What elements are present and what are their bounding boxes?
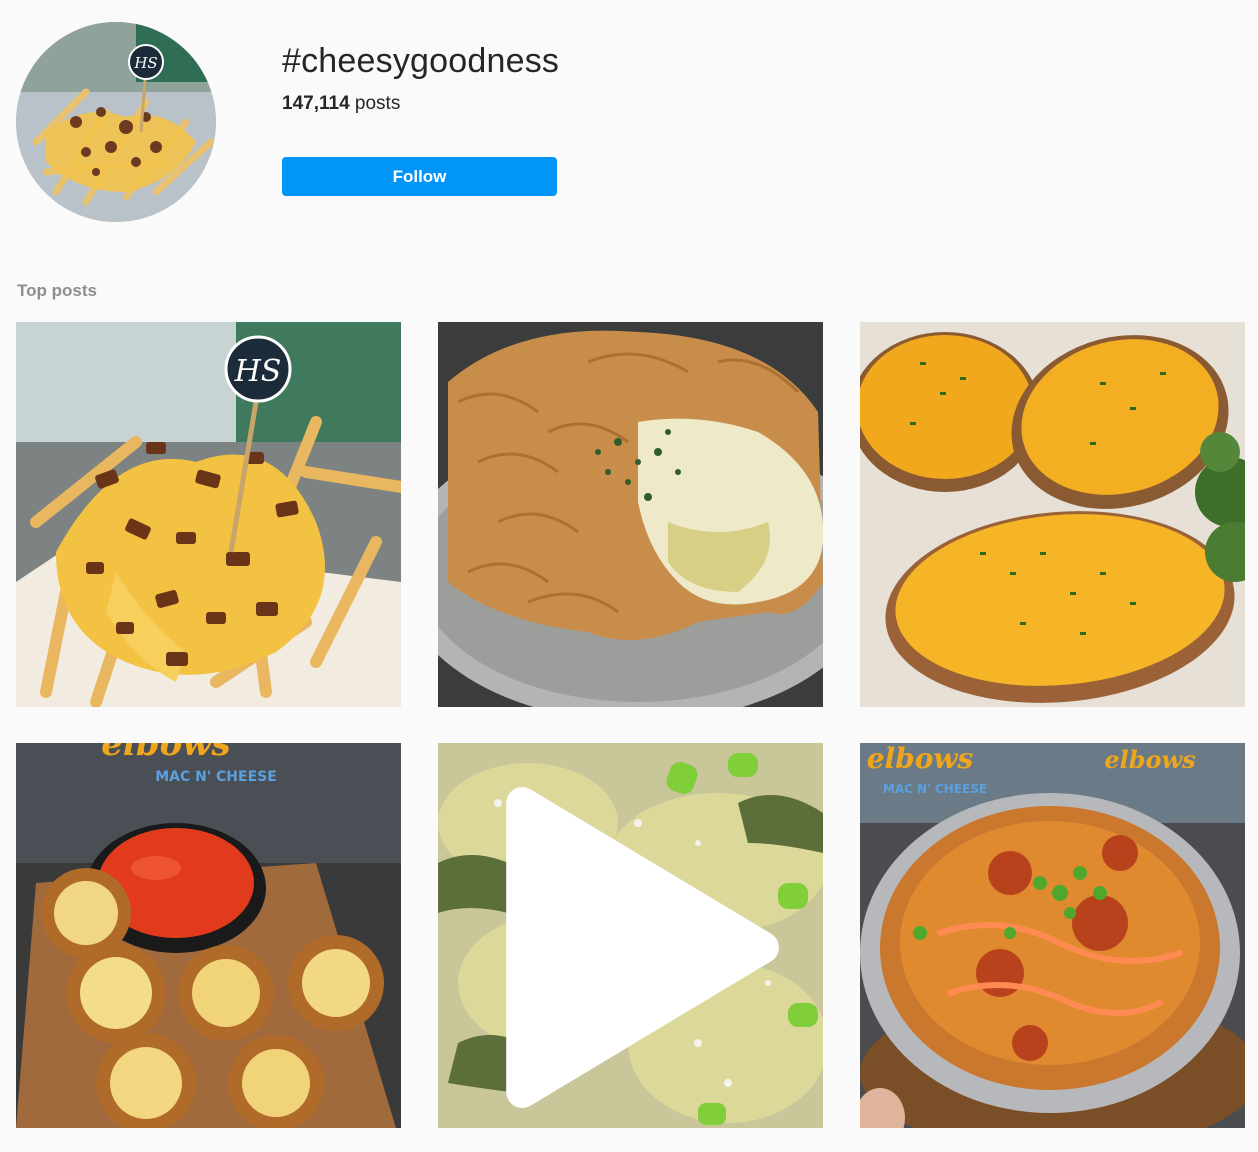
hashtag-avatar[interactable]: HS <box>16 22 216 222</box>
post-buffalo-mac-cheese[interactable]: elbows elbows MAC N' CHEESE <box>860 743 1245 1128</box>
svg-text:MAC N' CHEESE: MAC N' CHEESE <box>883 782 987 796</box>
cheese-fries-thumbnail: HS <box>16 22 216 222</box>
post-count: 147,114 posts <box>282 93 400 115</box>
post-count-suffix: posts <box>354 93 401 114</box>
post-count-value: 147,114 <box>282 93 350 114</box>
baked-potatoes-image <box>860 322 1245 707</box>
hashtag-title: #cheesygoodness <box>282 42 560 80</box>
follow-button[interactable]: Follow <box>282 157 557 196</box>
play-icon <box>506 787 779 1108</box>
svg-text:elbows: elbows <box>1104 745 1196 774</box>
svg-text:MAC N' CHEESE: MAC N' CHEESE <box>155 769 277 785</box>
post-baked-potatoes[interactable] <box>860 322 1245 707</box>
post-cheese-fries[interactable]: HS <box>16 322 401 707</box>
svg-text:HS: HS <box>133 54 157 72</box>
post-mac-cheese-balls[interactable]: elbows MAC N' CHEESE <box>16 743 401 1128</box>
buffalo-mac-cheese-image: elbows elbows MAC N' CHEESE <box>860 743 1245 1128</box>
phyllo-pie-image <box>438 322 823 707</box>
mac-cheese-balls-image: elbows MAC N' CHEESE <box>16 743 401 1128</box>
svg-text:HS: HS <box>234 354 282 389</box>
post-phyllo-pie[interactable] <box>438 322 823 707</box>
cheese-fries-image: HS <box>16 322 401 707</box>
svg-text:elbows: elbows <box>867 743 974 775</box>
post-zucchini-cheese[interactable] <box>438 743 823 1128</box>
svg-text:elbows: elbows <box>101 743 230 764</box>
top-posts-heading: Top posts <box>17 281 97 300</box>
